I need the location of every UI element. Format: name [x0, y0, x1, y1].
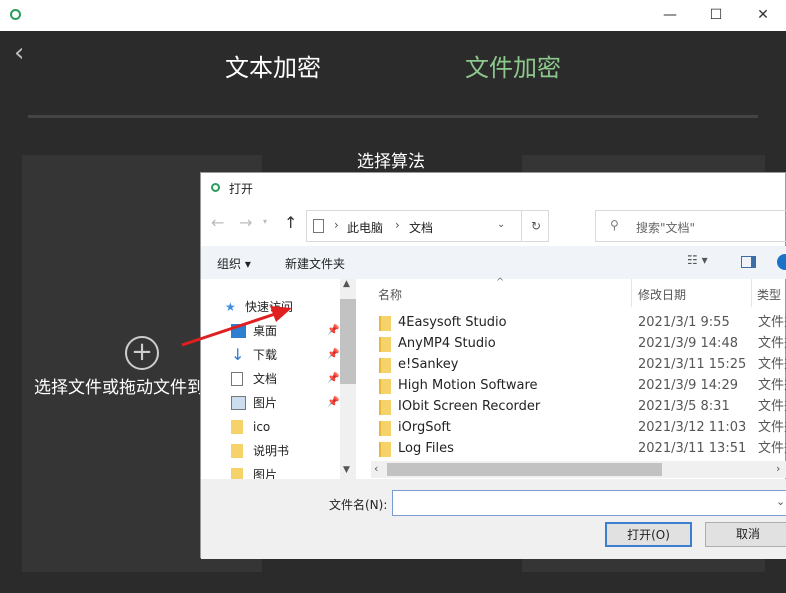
red-arrow-annotation — [181, 306, 292, 347]
